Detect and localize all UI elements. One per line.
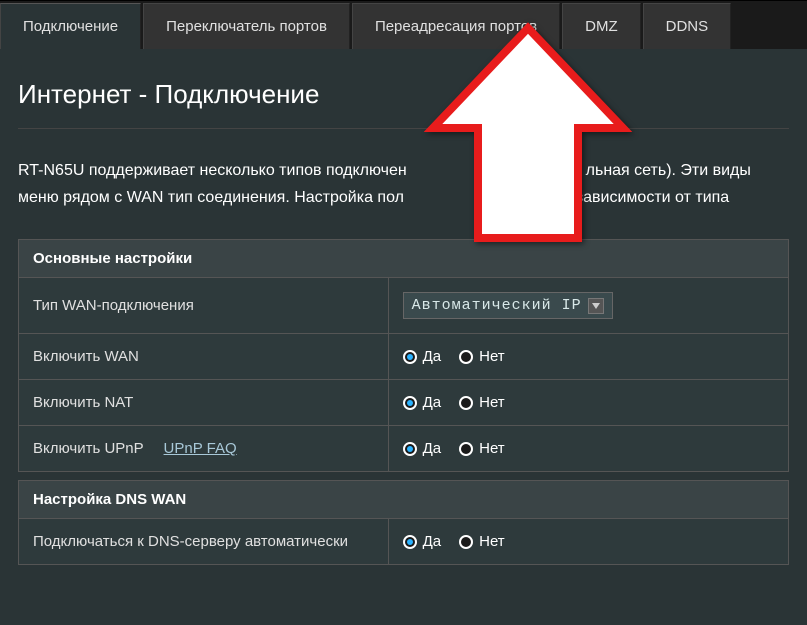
desc-part2: льная сеть). Эти виды (586, 162, 751, 179)
dns-settings-table: Настройка DNS WAN Подключаться к DNS-сер… (18, 480, 789, 565)
auto-dns-radio-group: Да Нет (403, 533, 774, 550)
radio-label-yes: Да (423, 533, 442, 550)
tab-connection[interactable]: Подключение (0, 3, 141, 49)
radio-label-yes: Да (423, 394, 442, 411)
wan-type-label: Тип WAN-подключения (19, 278, 389, 334)
tab-bar: Подключение Переключатель портов Переадр… (0, 0, 807, 49)
enable-nat-label: Включить NAT (19, 380, 389, 426)
enable-upnp-cell: Включить UPnP UPnP FAQ (19, 426, 389, 472)
enable-upnp-no-radio[interactable] (459, 442, 473, 456)
basic-settings-header: Основные настройки (19, 240, 789, 278)
tab-port-trigger[interactable]: Переключатель портов (143, 3, 350, 49)
tab-ddns[interactable]: DDNS (643, 3, 732, 49)
enable-upnp-label: Включить UPnP (33, 440, 143, 457)
enable-upnp-yes-radio[interactable] (403, 442, 417, 456)
radio-label-yes: Да (423, 440, 442, 457)
content-area: Интернет - Подключение RT-N65U поддержив… (0, 49, 807, 565)
radio-label-no: Нет (479, 394, 505, 411)
dns-settings-header: Настройка DNS WAN (19, 481, 789, 519)
radio-label-no: Нет (479, 533, 505, 550)
wan-type-select[interactable]: Автоматический IP (403, 292, 613, 319)
enable-wan-label: Включить WAN (19, 334, 389, 380)
enable-nat-yes-radio[interactable] (403, 396, 417, 410)
enable-wan-yes-radio[interactable] (403, 350, 417, 364)
enable-nat-no-radio[interactable] (459, 396, 473, 410)
tab-dmz[interactable]: DMZ (562, 3, 641, 49)
desc-part1: RT-N65U поддерживает несколько типов под… (18, 162, 407, 179)
page-title: Интернет - Подключение (18, 79, 789, 129)
dropdown-arrow-icon (588, 298, 604, 314)
upnp-faq-link[interactable]: UPnP FAQ (164, 440, 237, 457)
auto-dns-yes-radio[interactable] (403, 535, 417, 549)
radio-label-no: Нет (479, 348, 505, 365)
radio-label-no: Нет (479, 440, 505, 457)
radio-label-yes: Да (423, 348, 442, 365)
basic-settings-table: Основные настройки Тип WAN-подключения А… (18, 239, 789, 472)
desc-part4: в зависимости от типа (563, 189, 729, 206)
description-text: RT-N65U поддерживает несколько типов под… (18, 157, 789, 211)
desc-part3: меню рядом с WAN тип соединения. Настрой… (18, 189, 404, 206)
enable-nat-radio-group: Да Нет (403, 394, 774, 411)
enable-wan-radio-group: Да Нет (403, 348, 774, 365)
wan-type-value: Автоматический IP (412, 297, 582, 314)
tab-port-forwarding[interactable]: Переадресация портов (352, 3, 560, 49)
enable-wan-no-radio[interactable] (459, 350, 473, 364)
enable-upnp-radio-group: Да Нет (403, 440, 774, 457)
auto-dns-no-radio[interactable] (459, 535, 473, 549)
auto-dns-label: Подключаться к DNS-серверу автоматически (19, 519, 389, 565)
